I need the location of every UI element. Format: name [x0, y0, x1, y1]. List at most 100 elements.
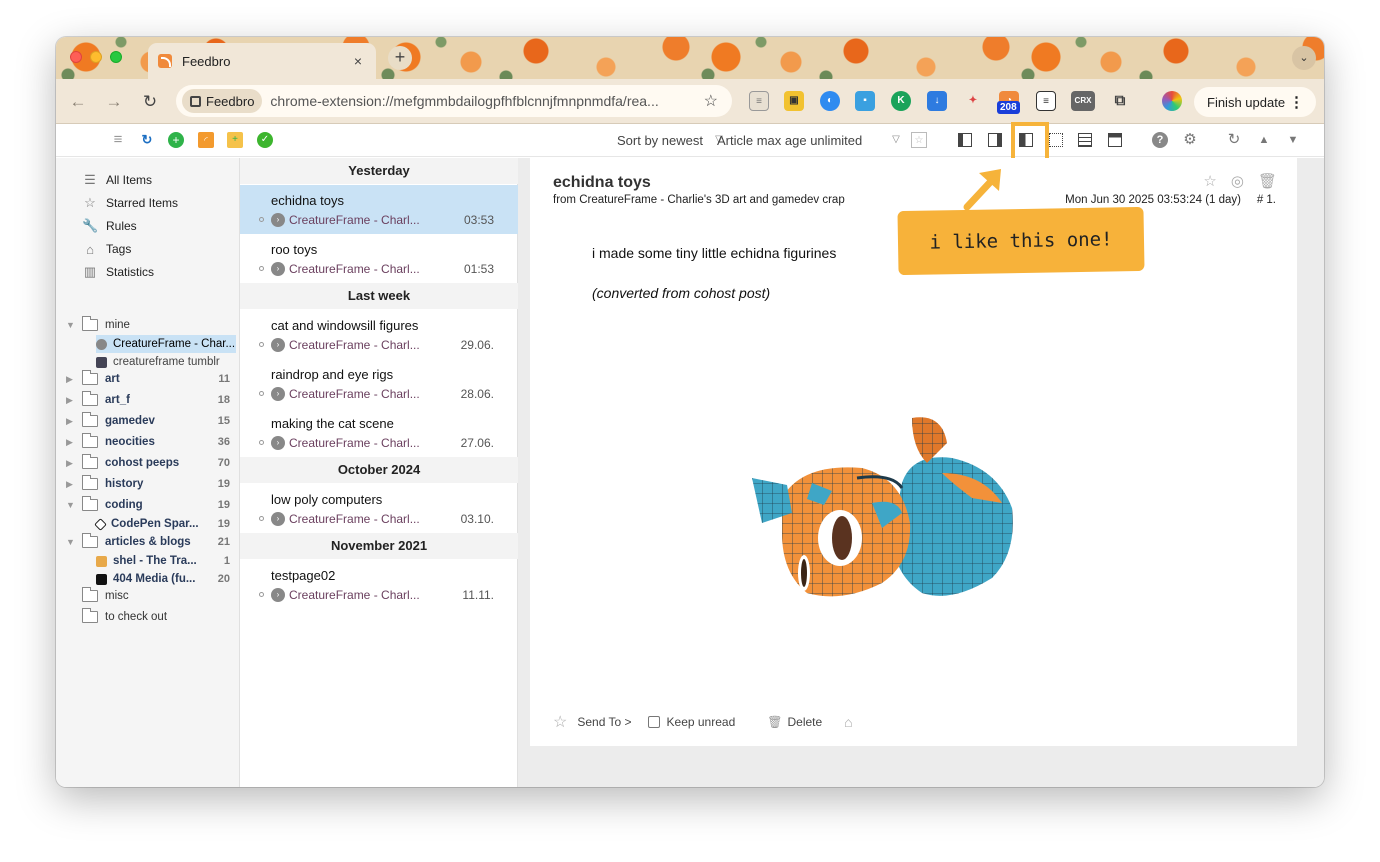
- article-row[interactable]: roo toys › CreatureFrame - Charl... 01:5…: [240, 234, 518, 283]
- folder-art-f[interactable]: ▶ art_f 18: [66, 391, 230, 409]
- figure-extension-icon[interactable]: ✦: [963, 91, 983, 111]
- folder-gamedev[interactable]: ▶ gamedev 15: [66, 412, 230, 430]
- article-heading[interactable]: echidna toys: [553, 174, 651, 192]
- star-icon[interactable]: ☆: [553, 712, 567, 732]
- help-icon[interactable]: ?: [1152, 132, 1168, 148]
- article-row[interactable]: making the cat scene › CreatureFrame - C…: [240, 408, 518, 457]
- unread-dot-icon[interactable]: [259, 342, 264, 347]
- folder-art[interactable]: ▶ art 11: [66, 370, 230, 388]
- feed-404-media[interactable]: 404 Media (fu... 20: [96, 570, 230, 588]
- layout-rows-icon[interactable]: [1078, 133, 1092, 147]
- back-icon[interactable]: ←: [67, 91, 89, 113]
- forward-icon[interactable]: →: [103, 91, 125, 113]
- profile-avatar[interactable]: [1162, 91, 1182, 111]
- unread-dot-icon[interactable]: [259, 217, 264, 222]
- new-tab-button[interactable]: +: [388, 46, 412, 70]
- download-icon[interactable]: ↓: [927, 91, 947, 111]
- book-icon[interactable]: ▣: [784, 91, 804, 111]
- send-to-button[interactable]: Send To >: [577, 715, 631, 729]
- more-menu-icon[interactable]: ⋮: [1289, 93, 1304, 111]
- maximize-window-button[interactable]: [110, 51, 122, 63]
- close-window-button[interactable]: [70, 51, 82, 63]
- caret-right-icon[interactable]: ▶: [66, 479, 76, 490]
- sidebar-item-starred[interactable]: ☆ Starred Items: [82, 194, 178, 212]
- sidebar-item-tags[interactable]: ⌂ Tags: [82, 240, 131, 258]
- previous-article-icon[interactable]: ▲: [1256, 132, 1272, 148]
- mark-all-read-icon[interactable]: ✓: [257, 132, 273, 148]
- sidebar-item-rules[interactable]: 🔧 Rules: [82, 217, 137, 235]
- finish-update-button[interactable]: Finish update ⋮: [1194, 87, 1316, 117]
- url-text[interactable]: chrome-extension://mefgmmbdailogpfhfblcn…: [270, 93, 703, 109]
- trash-icon[interactable]: 🗑: [1258, 172, 1277, 190]
- layout-full-icon[interactable]: [1108, 133, 1122, 147]
- caret-right-icon[interactable]: ▶: [66, 416, 76, 427]
- max-age-select[interactable]: Article max age unlimited: [717, 133, 862, 148]
- minimize-window-button[interactable]: [90, 51, 102, 63]
- reload-articles-icon[interactable]: ↻: [1226, 132, 1242, 148]
- settings-gear-icon[interactable]: ⚙: [1182, 132, 1198, 148]
- unread-dot-icon[interactable]: [259, 440, 264, 445]
- extension-chip[interactable]: Feedbro: [182, 89, 263, 113]
- keep-unread-checkbox[interactable]: [647, 716, 660, 728]
- folder-to-check-out[interactable]: to check out: [66, 608, 230, 626]
- delete-button[interactable]: Delete: [787, 715, 822, 729]
- caret-down-icon[interactable]: ▼: [66, 500, 76, 510]
- tab-close-icon[interactable]: ×: [350, 53, 366, 69]
- refresh-feeds-icon[interactable]: ↻: [139, 132, 155, 148]
- unread-dot-icon[interactable]: [259, 266, 264, 271]
- caret-right-icon[interactable]: ▶: [66, 395, 76, 406]
- caret-down-icon[interactable]: ▼: [66, 320, 76, 330]
- document-icon[interactable]: ≡: [1036, 91, 1056, 111]
- trash-icon[interactable]: 🗑: [767, 715, 782, 729]
- feed-shel[interactable]: shel - The Tra... 1: [96, 552, 230, 570]
- hamburger-menu-icon[interactable]: ≡: [110, 132, 126, 148]
- layout-list-icon[interactable]: [958, 133, 972, 147]
- sidebar-item-statistics[interactable]: ▥ Statistics: [82, 263, 154, 281]
- browser-tab[interactable]: Feedbro ×: [148, 43, 376, 79]
- mark-read-icon[interactable]: ◎: [1231, 172, 1244, 190]
- folder-mine[interactable]: ▼ mine: [66, 316, 230, 334]
- layout-list-right-icon[interactable]: [988, 133, 1002, 147]
- unread-dot-icon[interactable]: [259, 391, 264, 396]
- add-feed-rss-icon[interactable]: ◜: [198, 132, 214, 148]
- sync-icon[interactable]: ◐: [820, 91, 840, 111]
- folder-history[interactable]: ▶ history 19: [66, 475, 230, 493]
- sort-select[interactable]: Sort by newest: [617, 133, 703, 148]
- caret-right-icon[interactable]: ▶: [66, 374, 76, 385]
- caret-right-icon[interactable]: ▶: [66, 437, 76, 448]
- feed-codepen[interactable]: CodePen Spar... 19: [94, 515, 230, 533]
- folder-neocities[interactable]: ▶ neocities 36: [66, 433, 230, 451]
- address-bar[interactable]: Feedbro chrome-extension://mefgmmbdailog…: [176, 85, 732, 117]
- folder-misc[interactable]: misc: [66, 587, 230, 605]
- feed-creatureframe-tumblr[interactable]: creatureframe tumblr: [96, 353, 230, 371]
- star-icon[interactable]: ☆: [1203, 172, 1216, 190]
- add-icon[interactable]: +: [168, 132, 184, 148]
- tab-search-button[interactable]: ⌄: [1292, 46, 1316, 70]
- article-row[interactable]: testpage02 › CreatureFrame - Charl... 11…: [240, 560, 518, 609]
- reload-icon[interactable]: ↻: [139, 91, 161, 113]
- article-row[interactable]: raindrop and eye rigs › CreatureFrame - …: [240, 359, 518, 408]
- filter-star-icon[interactable]: ☆: [911, 132, 927, 148]
- folder-cohost-peeps[interactable]: ▶ cohost peeps 70: [66, 454, 230, 472]
- chevron-down-icon[interactable]: ▽: [888, 132, 904, 148]
- crx-extension-icon[interactable]: CRX: [1071, 91, 1095, 111]
- tag-icon[interactable]: ⌂: [844, 714, 852, 730]
- folder-coding[interactable]: ▼ coding 19: [66, 496, 230, 514]
- sidebar-item-all-items[interactable]: ☰ All Items: [82, 171, 152, 189]
- caret-down-icon[interactable]: ▼: [66, 537, 76, 547]
- unread-dot-icon[interactable]: [259, 516, 264, 521]
- article-row[interactable]: cat and windowsill figures › CreatureFra…: [240, 310, 518, 359]
- reader-mode-icon[interactable]: ≡: [749, 91, 769, 111]
- feed-creatureframe[interactable]: CreatureFrame - Char...: [96, 335, 236, 353]
- k-extension-icon[interactable]: K: [891, 91, 911, 111]
- bookmark-star-icon[interactable]: ☆: [704, 91, 718, 111]
- unread-dot-icon[interactable]: [259, 592, 264, 597]
- article-row[interactable]: low poly computers › CreatureFrame - Cha…: [240, 484, 518, 533]
- add-folder-icon[interactable]: +: [227, 132, 243, 148]
- extensions-puzzle-icon[interactable]: ⧉: [1110, 91, 1130, 111]
- folder-articles-blogs[interactable]: ▼ articles & blogs 21: [66, 533, 230, 551]
- layout-grid-icon[interactable]: [1049, 133, 1063, 147]
- article-row[interactable]: echidna toys › CreatureFrame - Charl... …: [240, 185, 518, 234]
- next-article-icon[interactable]: ▼: [1285, 132, 1301, 148]
- caret-right-icon[interactable]: ▶: [66, 458, 76, 469]
